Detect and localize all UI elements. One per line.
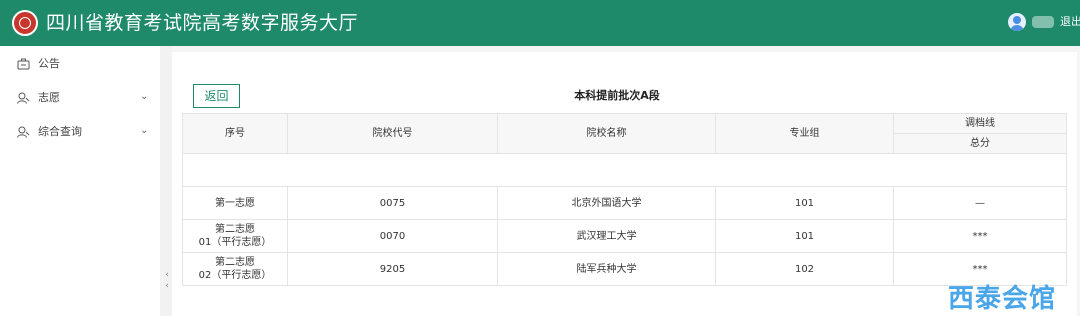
col-header-code: 院校代号 xyxy=(287,113,498,154)
sidebar-item-query[interactable]: 综合查询 ⌄ xyxy=(0,115,160,149)
back-button[interactable]: 返回 xyxy=(193,84,240,108)
col-header-seq: 序号 xyxy=(182,113,288,154)
table-row: 第二志愿 01（平行志愿） 0070 武汉理工大学 101 *** xyxy=(182,219,1067,253)
sidebar-item-label: 公告 xyxy=(38,57,60,70)
table-title: 本科提前批次A段 xyxy=(574,89,660,102)
briefcase-icon xyxy=(17,58,30,70)
sidebar-item-announcement[interactable]: 公告 xyxy=(0,47,160,81)
cell-code: 0075 xyxy=(287,186,498,220)
user-icon xyxy=(17,92,30,104)
table-row: 第一志愿 0075 北京外国语大学 101 — xyxy=(182,186,1067,220)
cell-group: 102 xyxy=(715,252,894,286)
cell-code: 9205 xyxy=(287,252,498,286)
sidebar-item-label: 志愿 xyxy=(38,91,60,104)
cell-name: 陆军兵种大学 xyxy=(497,252,716,286)
logo-icon xyxy=(12,10,38,36)
app-title: 四川省教育考试院高考数字服务大厅 xyxy=(46,12,359,34)
application-table: 序号 院校代号 院校名称 专业组 调档线 总分 第一志愿 0075 北京外国语大… xyxy=(182,113,1067,286)
cell-total: — xyxy=(893,186,1067,220)
cell-code: 0070 xyxy=(287,219,498,253)
cell-seq: 第二志愿 01（平行志愿） xyxy=(182,219,288,253)
cell-name: 武汉理工大学 xyxy=(497,219,716,253)
cell-seq: 第二志愿 02（平行志愿） xyxy=(182,252,288,286)
sidebar: 公告 志愿 ⌄ 综合查询 ⌄ xyxy=(0,46,160,316)
top-bar: 四川省教育考试院高考数字服务大厅 退出 xyxy=(0,0,1080,46)
col-header-adjust: 调档线 xyxy=(893,113,1067,134)
chevron-down-icon: ⌄ xyxy=(140,91,149,102)
table-row: 第二志愿 02（平行志愿） 9205 陆军兵种大学 102 *** xyxy=(182,252,1067,286)
sidebar-item-label: 综合查询 xyxy=(38,125,82,138)
cell-name: 北京外国语大学 xyxy=(497,186,716,220)
watermark: 西泰会馆 xyxy=(948,284,1057,314)
sidebar-item-application[interactable]: 志愿 ⌄ xyxy=(0,81,160,115)
content-panel: 返回 本科提前批次A段 序号 院校代号 院校名称 专业组 调档线 总分 第一志愿… xyxy=(172,52,1077,316)
cell-group: 101 xyxy=(715,219,894,253)
chevron-down-icon: ⌄ xyxy=(140,125,149,136)
cell-group: 101 xyxy=(715,186,894,220)
logout-link[interactable]: 退出 xyxy=(1060,15,1080,29)
col-header-group: 专业组 xyxy=(715,113,894,154)
cell-total: *** xyxy=(893,219,1067,253)
user-name xyxy=(1032,16,1054,28)
user-avatar-icon[interactable] xyxy=(1008,13,1026,31)
collapse-sidebar-button[interactable]: ‹ ‹ xyxy=(162,270,172,294)
col-header-total: 总分 xyxy=(893,133,1067,154)
col-header-name: 院校名称 xyxy=(497,113,716,154)
cell-seq: 第一志愿 xyxy=(182,186,288,220)
user-icon xyxy=(17,126,30,138)
main-content: 返回 本科提前批次A段 序号 院校代号 院校名称 专业组 调档线 总分 第一志愿… xyxy=(172,46,1080,316)
